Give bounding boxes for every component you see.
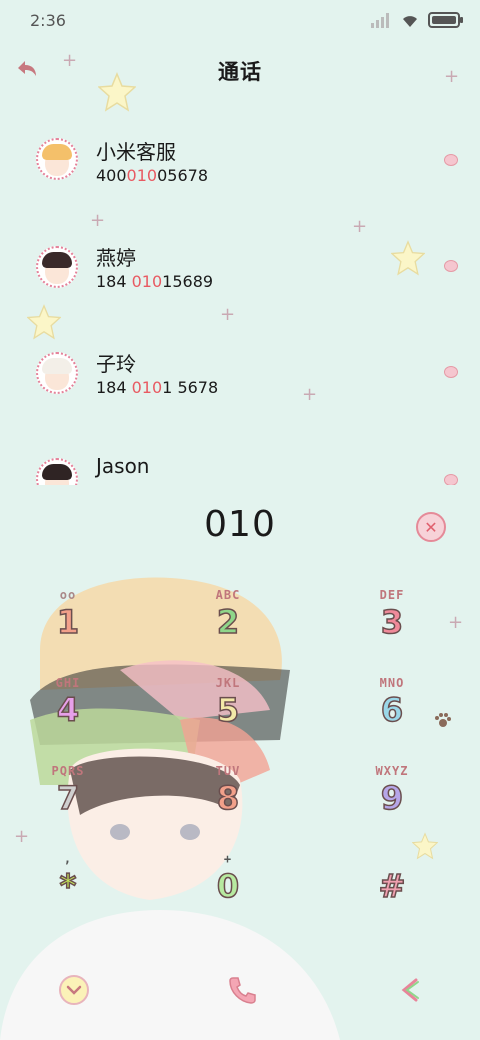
contact-name: 燕婷: [96, 246, 136, 270]
paw-icon: [444, 366, 458, 378]
call-log-item[interactable]: 子玲 184 0101 5678: [0, 344, 480, 424]
contact-number: 40001005678: [96, 166, 208, 185]
dial-key-2[interactable]: ABC 2: [188, 588, 268, 658]
battery-icon: [428, 12, 463, 28]
dial-key-3[interactable]: DEF 3: [352, 588, 432, 658]
sparkle-icon: +: [448, 612, 464, 633]
call-log-item[interactable]: 小米客服 40001005678: [0, 132, 480, 212]
status-bar: 2:36: [0, 0, 480, 44]
dial-key-6[interactable]: MNO 6: [352, 676, 432, 746]
dial-key-8[interactable]: TUV 8: [188, 764, 268, 834]
call-log-item[interactable]: Jason: [0, 450, 480, 485]
contact-name: 子玲: [96, 352, 136, 376]
avatar: [36, 246, 78, 288]
contact-number: 184 01015689: [96, 272, 214, 291]
paw-icon: [435, 713, 451, 727]
dial-key-9[interactable]: WXYZ 9: [352, 764, 432, 834]
avatar: [36, 138, 78, 180]
voicemail-icon: oo: [59, 588, 77, 602]
dial-key-4[interactable]: GHI 4: [28, 676, 108, 746]
chevron-down-icon[interactable]: [58, 974, 90, 1006]
dial-key-star[interactable]: , *: [28, 852, 108, 922]
status-time: 2:36: [30, 11, 66, 30]
dial-key-0[interactable]: + 0: [188, 852, 268, 922]
sparkle-icon: +: [444, 66, 460, 87]
dial-key-1[interactable]: oo 1: [28, 588, 108, 658]
star-icon: [98, 72, 136, 112]
call-log-list[interactable]: 小米客服 40001005678 燕婷 184 01015689 子玲 184 …: [0, 118, 480, 485]
dial-key-hash[interactable]: #: [352, 852, 432, 922]
chevron-left-icon[interactable]: [396, 974, 428, 1006]
paw-icon: [444, 154, 458, 166]
avatar: [36, 458, 78, 485]
wifi-icon: [403, 16, 417, 27]
sparkle-icon: +: [62, 50, 78, 71]
contact-number: 184 0101 5678: [96, 378, 219, 397]
call-log-item[interactable]: 燕婷 184 01015689: [0, 238, 480, 318]
dial-key-5[interactable]: JKL 5: [188, 676, 268, 746]
dialed-number: 010: [204, 504, 276, 545]
phone-icon[interactable]: [226, 974, 258, 1006]
delete-circle-icon[interactable]: ✕: [416, 512, 446, 542]
paw-icon: [444, 260, 458, 272]
paw-icon: [444, 474, 458, 485]
dial-key-7[interactable]: PQRS 7: [28, 764, 108, 834]
avatar: [36, 352, 78, 394]
contact-name: Jason: [96, 454, 150, 478]
contact-name: 小米客服: [96, 140, 176, 164]
signal-icon: [371, 13, 389, 28]
